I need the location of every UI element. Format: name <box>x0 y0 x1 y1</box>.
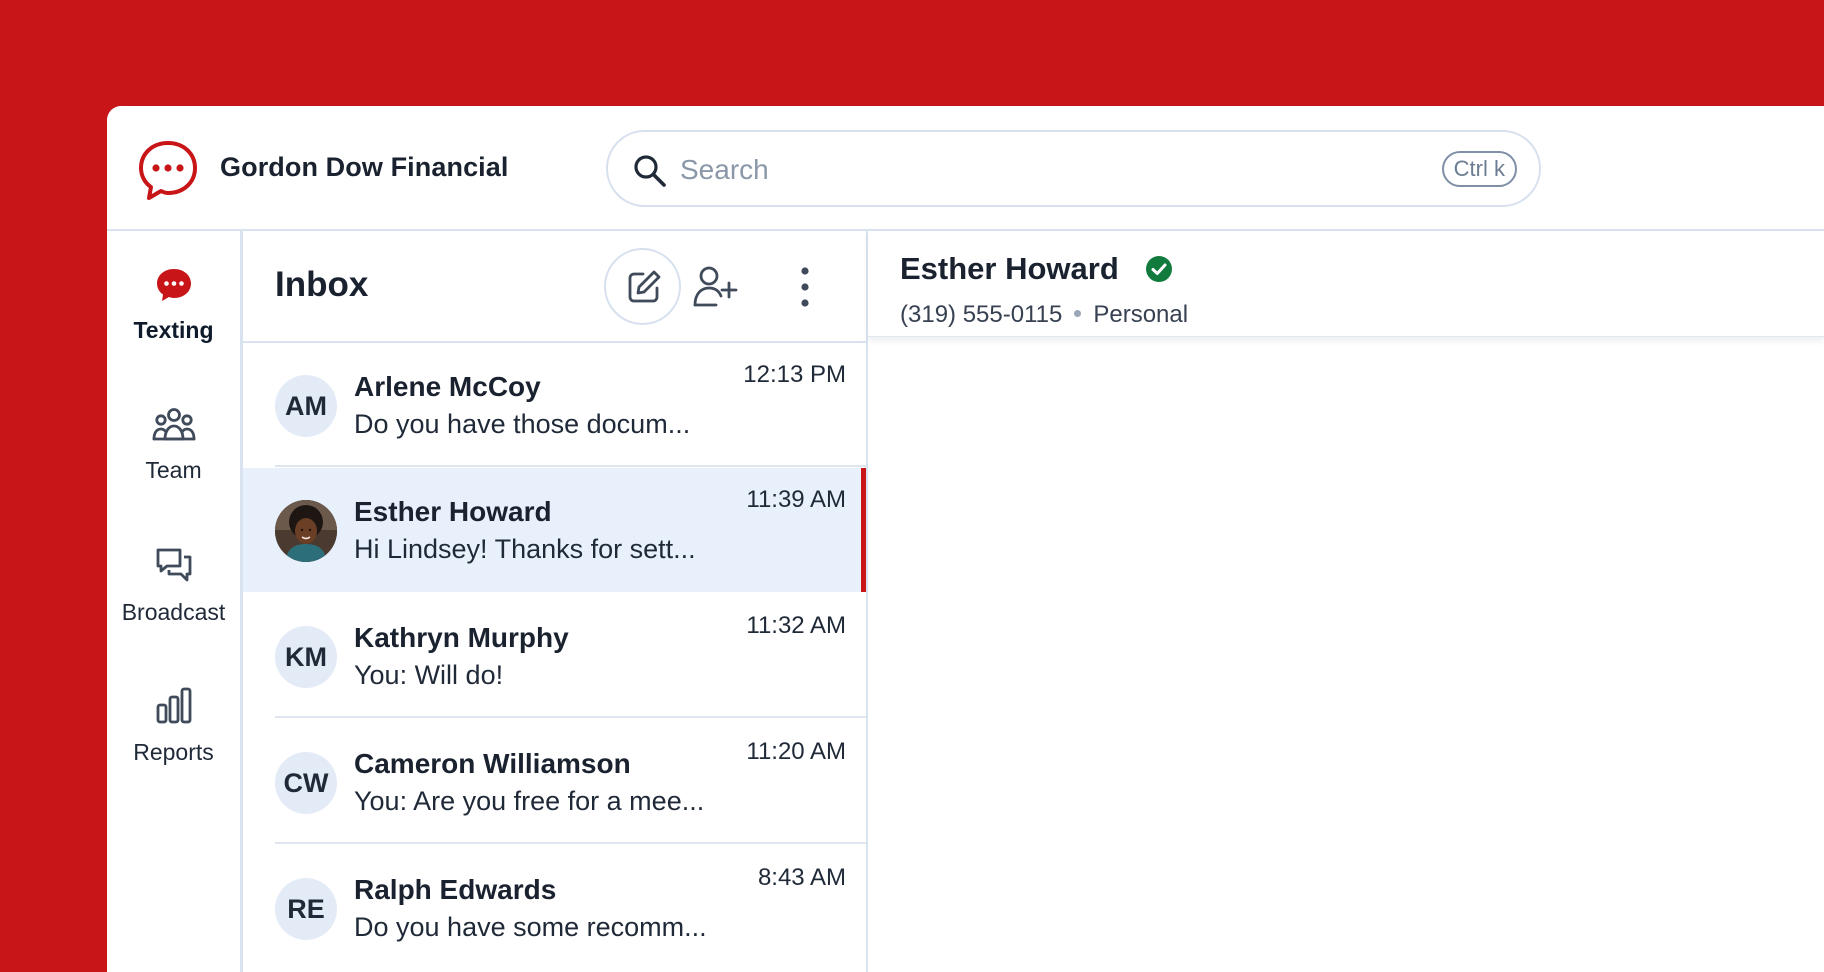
top-bar: Gordon Dow Financial Ctrl k <box>107 106 1824 231</box>
contact-phone-type: Personal <box>1093 301 1189 328</box>
search-icon <box>634 155 666 187</box>
reports-icon <box>156 687 191 724</box>
compose-button[interactable] <box>604 248 681 325</box>
divider <box>275 716 866 718</box>
nav-label-team: Team <box>145 457 202 483</box>
inbox-panel: Inbox AM Arlene McCoy Do you have those … <box>243 231 868 972</box>
chat-bubble-dots-icon[interactable] <box>136 138 200 202</box>
divider <box>275 842 866 844</box>
nav-item-team[interactable]: Team <box>107 405 240 484</box>
avatar: AM <box>275 375 337 437</box>
conversation-preview: Do you have some recomm... <box>354 912 707 942</box>
add-user-icon <box>693 266 738 307</box>
divider <box>275 465 866 467</box>
conversation-item-selected[interactable]: Esther Howard Hi Lindsey! Thanks for set… <box>243 468 866 592</box>
conversation-name: Arlene McCoy <box>354 371 541 402</box>
conversation-time: 11:39 AM <box>746 486 846 513</box>
avatar: KM <box>275 626 337 688</box>
inbox-header: Inbox <box>243 231 866 343</box>
conversation-name: Esther Howard <box>354 496 552 527</box>
broadcast-icon <box>156 548 191 582</box>
avatar-photo <box>275 500 337 562</box>
separator-dot <box>1074 310 1082 318</box>
avatar: CW <box>275 752 337 814</box>
add-contact-button[interactable] <box>688 259 744 315</box>
conversation-name: Kathryn Murphy <box>354 622 569 653</box>
conversation-time: 11:32 AM <box>746 612 846 639</box>
app-window: Gordon Dow Financial Ctrl k Texting <box>107 106 1824 972</box>
contact-name[interactable]: Esther Howard <box>900 251 1119 287</box>
contact-meta: (319) 555-0115 Personal <box>900 301 1188 329</box>
more-vertical-icon <box>801 267 809 307</box>
nav-item-texting[interactable]: Texting <box>107 265 240 344</box>
contact-photo-icon <box>275 500 337 562</box>
conversation-item[interactable]: KM Kathryn Murphy You: Will do! 11:32 AM <box>243 594 866 718</box>
conversation-item[interactable]: RE Ralph Edwards Do you have some recomm… <box>243 846 866 970</box>
nav-label-texting: Texting <box>133 317 214 343</box>
contact-phone: (319) 555-0115 <box>900 301 1063 328</box>
search-bar[interactable]: Ctrl k <box>606 130 1541 207</box>
more-options-button[interactable] <box>791 261 819 313</box>
conversation-detail: Esther Howard (319) 555-0115 Personal <box>868 231 1824 972</box>
chat-bubble-icon <box>156 269 191 301</box>
conversation-item[interactable]: CW Cameron Williamson You: Are you free … <box>243 720 866 844</box>
verified-check-icon <box>1146 256 1172 282</box>
nav-label-reports: Reports <box>133 739 214 765</box>
nav-item-reports[interactable]: Reports <box>107 685 240 766</box>
conversation-name: Ralph Edwards <box>354 874 557 905</box>
team-icon <box>152 408 195 441</box>
nav-item-broadcast[interactable]: Broadcast <box>107 545 240 626</box>
conversation-time: 12:13 PM <box>743 361 846 388</box>
conversation-preview: You: Will do! <box>354 660 504 690</box>
conversation-item[interactable]: AM Arlene McCoy Do you have those docum.… <box>243 343 866 467</box>
conversation-preview: You: Are you free for a mee... <box>354 786 705 816</box>
avatar: RE <box>275 878 337 940</box>
conversation-preview: Do you have those docum... <box>354 409 691 439</box>
compose-icon <box>628 270 661 303</box>
inbox-title: Inbox <box>275 265 369 304</box>
conversation-time: 11:20 AM <box>746 738 846 765</box>
nav-label-broadcast: Broadcast <box>121 599 226 625</box>
search-shortcut-badge: Ctrl k <box>1441 151 1517 187</box>
conversation-name: Cameron Williamson <box>354 748 631 779</box>
contact-header: Esther Howard (319) 555-0115 Personal <box>868 231 1824 337</box>
conversation-time: 8:43 AM <box>757 864 846 891</box>
search-input[interactable] <box>678 148 1382 192</box>
nav-rail: Texting Team Broadcast Reports <box>107 231 243 972</box>
conversation-preview: Hi Lindsey! Thanks for sett... <box>354 534 696 564</box>
org-name: Gordon Dow Financial <box>220 152 509 182</box>
